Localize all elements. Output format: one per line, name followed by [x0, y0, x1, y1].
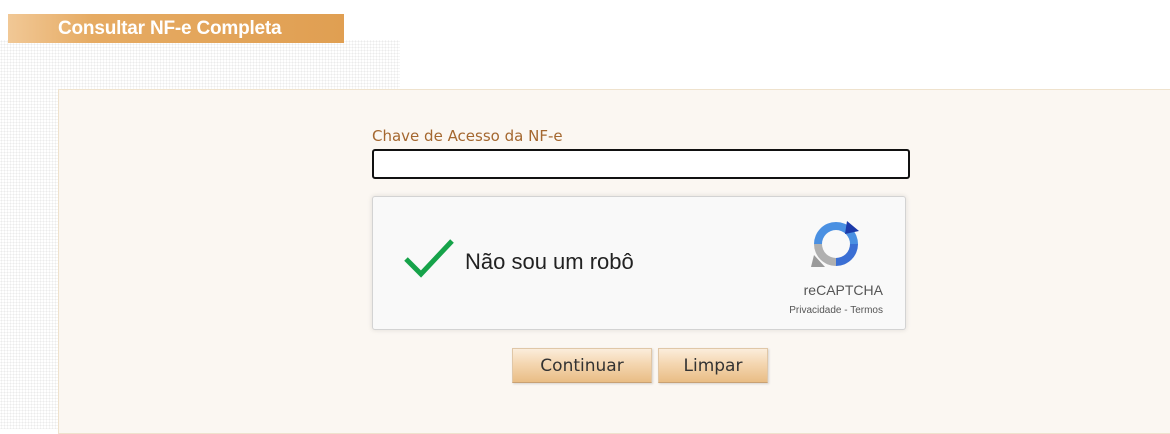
access-key-input[interactable] [372, 149, 910, 179]
recaptcha-widget[interactable]: Não sou um robô reCAPTCHA Privacidade - … [372, 196, 906, 330]
page-title-bar: Consultar NF-e Completa [8, 14, 344, 43]
page-title: Consultar NF-e Completa [58, 18, 282, 39]
continue-button[interactable]: Continuar [512, 348, 652, 383]
recaptcha-links: Privacidade - Termos [789, 305, 883, 316]
recaptcha-logo-icon [811, 221, 859, 267]
access-key-label: Chave de Acesso da NF-e [372, 127, 563, 145]
check-icon[interactable] [403, 237, 455, 279]
links-separator: - [841, 305, 851, 316]
privacy-link[interactable]: Privacidade [789, 305, 841, 316]
terms-link[interactable]: Termos [850, 305, 883, 316]
recaptcha-status-label: Não sou um robô [465, 249, 634, 274]
clear-button[interactable]: Limpar [658, 348, 768, 383]
recaptcha-brand-text: reCAPTCHA [803, 282, 883, 298]
